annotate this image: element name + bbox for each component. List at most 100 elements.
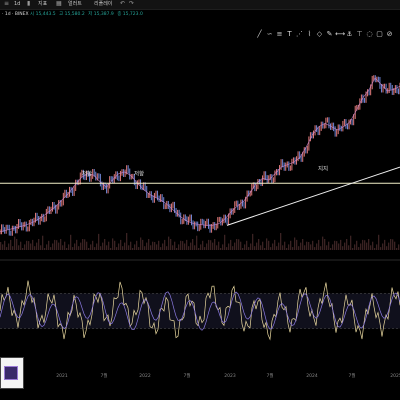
volume-bar bbox=[336, 241, 338, 250]
template-icon[interactable]: ▦ bbox=[56, 1, 62, 7]
volume-bar bbox=[152, 241, 154, 250]
volume-bar bbox=[66, 248, 68, 250]
volume-bar bbox=[372, 241, 374, 250]
ohlc-open: 시 15,443.5 bbox=[30, 12, 56, 17]
volume-bar bbox=[58, 242, 60, 250]
volume-bar bbox=[360, 243, 362, 250]
volume-bar bbox=[38, 239, 40, 250]
volume-bar bbox=[30, 243, 32, 250]
volume-bar bbox=[74, 243, 76, 250]
volume-bar bbox=[120, 239, 122, 250]
moving-average-line bbox=[0, 77, 400, 233]
volume-bar bbox=[328, 241, 330, 250]
volume-bar bbox=[32, 239, 34, 250]
volume-bar bbox=[102, 242, 104, 250]
volume-bar bbox=[338, 243, 340, 250]
volume-bar bbox=[4, 240, 6, 250]
volume-bar bbox=[250, 243, 252, 250]
volume-bar bbox=[392, 239, 394, 250]
volume-bar bbox=[142, 239, 144, 250]
volume-bar bbox=[176, 248, 178, 250]
volume-bar bbox=[398, 244, 400, 250]
volume-bar bbox=[236, 239, 238, 250]
volume-bar bbox=[36, 242, 38, 250]
volume-bar bbox=[340, 239, 342, 250]
volume-bar bbox=[126, 233, 128, 250]
volume-bar bbox=[112, 238, 114, 250]
volume-bar bbox=[88, 248, 90, 250]
volume-bar bbox=[274, 239, 276, 250]
volume-bar bbox=[28, 241, 30, 250]
alert-button[interactable]: 얼러트 bbox=[68, 1, 82, 8]
volume-bar bbox=[94, 247, 96, 250]
volume-bar bbox=[20, 241, 22, 250]
volume-bar bbox=[22, 248, 24, 250]
volume-bar bbox=[98, 233, 100, 250]
volume-bar bbox=[174, 241, 176, 250]
interval-button[interactable]: 1d bbox=[14, 1, 20, 8]
volume-bar bbox=[310, 244, 312, 250]
volume-bar bbox=[304, 245, 306, 250]
volume-bar bbox=[322, 236, 324, 250]
volume-bar bbox=[370, 245, 372, 250]
redo-icon[interactable]: ↷ bbox=[129, 1, 135, 7]
volume-bar bbox=[206, 243, 208, 250]
volume-bar bbox=[26, 240, 28, 250]
annotation-label: 저항 bbox=[134, 169, 144, 177]
volume-bar bbox=[252, 233, 254, 250]
volume-bar bbox=[318, 239, 320, 250]
volume-bar bbox=[306, 241, 308, 250]
volume-bar bbox=[294, 237, 296, 250]
volume-bar bbox=[346, 239, 348, 250]
volume-bar bbox=[106, 245, 108, 250]
volume-bar bbox=[366, 242, 368, 250]
time-axis-label: 7월 bbox=[100, 372, 107, 379]
volume-bar bbox=[86, 241, 88, 250]
volume-bar bbox=[342, 246, 344, 250]
indicators-button[interactable]: 지표 bbox=[38, 1, 47, 8]
volume-bar bbox=[292, 247, 294, 250]
thumbnail-icon bbox=[4, 366, 18, 380]
volume-bar bbox=[300, 242, 302, 250]
volume-bar bbox=[268, 240, 270, 250]
volume-bar bbox=[168, 236, 170, 250]
volume-bar bbox=[332, 244, 334, 250]
volume-bar bbox=[388, 242, 390, 250]
volume-bar bbox=[48, 240, 50, 250]
menu-icon[interactable]: ≡ bbox=[4, 1, 10, 7]
volume-bar bbox=[198, 248, 200, 250]
volume-bar bbox=[210, 240, 212, 250]
volume-bar bbox=[364, 240, 366, 250]
volume-bar bbox=[140, 237, 142, 250]
volume-bar bbox=[386, 246, 388, 250]
volume-bar bbox=[216, 245, 218, 250]
volume-bar bbox=[384, 239, 386, 250]
volume-bar bbox=[234, 242, 236, 250]
volume-bar bbox=[188, 246, 190, 250]
volume-bar bbox=[202, 240, 204, 250]
volume-bar bbox=[144, 246, 146, 250]
volume-bar bbox=[84, 239, 86, 250]
volume-bar bbox=[374, 248, 376, 250]
volume-bar bbox=[244, 244, 246, 250]
volume-bar bbox=[12, 246, 14, 250]
volume-bar bbox=[350, 235, 352, 250]
price-chart[interactable]: 저항 저항 지지 2021 7월 2022 7월 2023 7월 2024 7월 2025 bbox=[0, 20, 400, 380]
ohlc-legend: · 1d · BINEX 시 15,443.5 고 15,580.2 저 15,… bbox=[2, 11, 145, 19]
chart-thumbnail[interactable] bbox=[0, 357, 24, 389]
volume-bar bbox=[280, 233, 282, 250]
candle-style-icon[interactable]: ▮ bbox=[27, 1, 33, 7]
volume-bar bbox=[114, 240, 116, 250]
volume-bar bbox=[354, 244, 356, 250]
volume-bar bbox=[16, 239, 18, 250]
volume-bar bbox=[218, 241, 220, 250]
volume-bar bbox=[308, 242, 310, 250]
replay-button[interactable]: 리플레이 bbox=[94, 1, 112, 8]
volume-bar bbox=[46, 244, 48, 250]
annotation-label: 저항 bbox=[82, 169, 92, 177]
undo-icon[interactable]: ↶ bbox=[120, 1, 126, 7]
volume-bar bbox=[246, 240, 248, 250]
volume-bar bbox=[358, 247, 360, 250]
volume-bar bbox=[262, 241, 264, 250]
volume-bar bbox=[228, 243, 230, 250]
